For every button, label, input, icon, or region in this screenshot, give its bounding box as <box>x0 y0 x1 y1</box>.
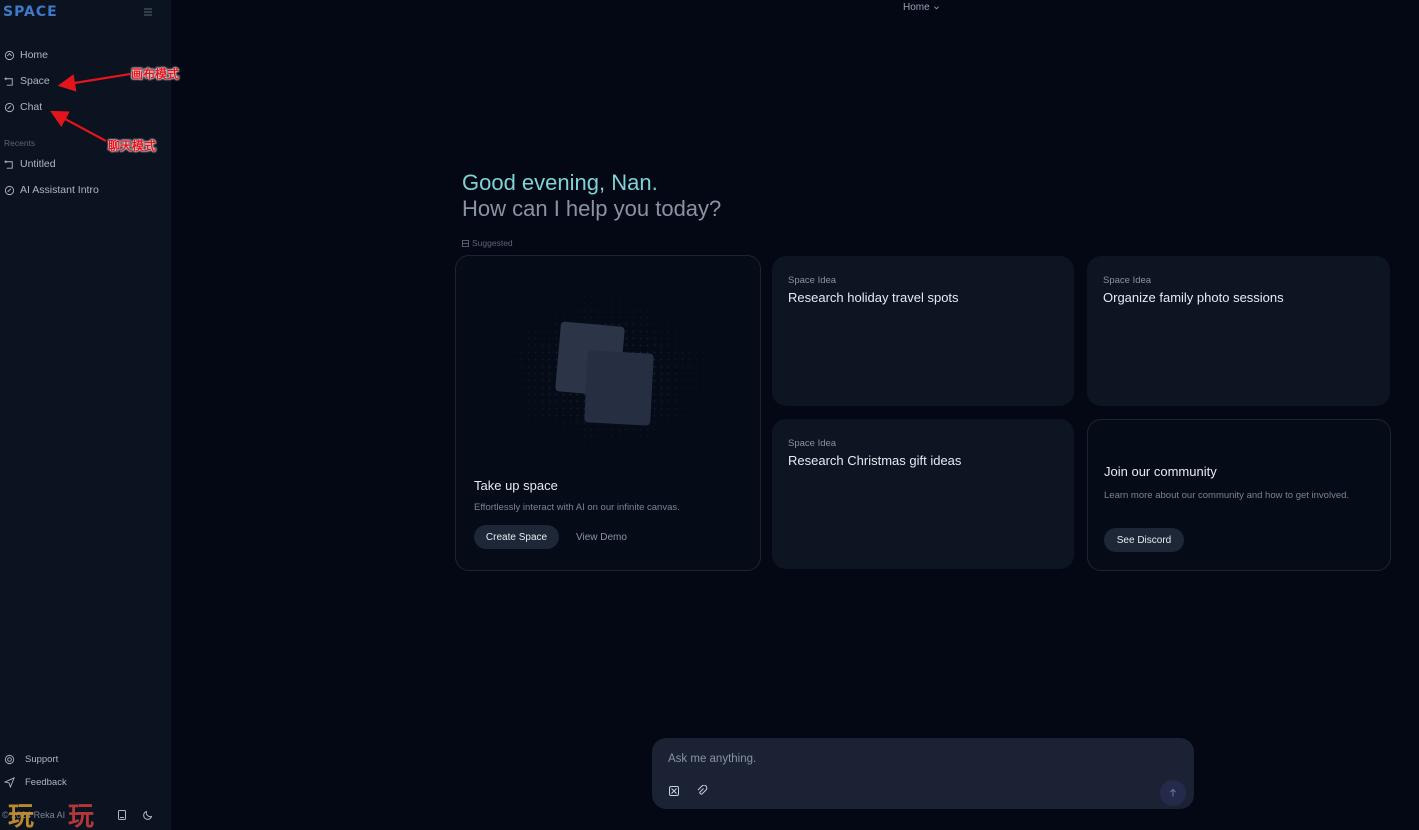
recents-heading: Recents <box>4 138 36 148</box>
recent-item-label: AI Assistant Intro <box>20 184 99 196</box>
chat-input[interactable] <box>668 750 1148 768</box>
sidebar-item-chat[interactable]: Chat <box>4 98 42 116</box>
create-space-button[interactable]: Create Space <box>474 525 559 549</box>
sidebar-collapse-icon[interactable] <box>142 6 154 18</box>
arrow-up-icon <box>1170 788 1176 797</box>
annotation-chat-mode: 聊天模式 <box>108 139 157 153</box>
community-title: Join our community <box>1104 464 1217 479</box>
watermark-glyph: 玩 <box>8 802 69 830</box>
community-description: Learn more about our community and how t… <box>1104 490 1350 501</box>
chat-icon <box>4 102 15 112</box>
see-discord-button[interactable]: See Discord <box>1104 528 1184 552</box>
watermark: 玩玩 <box>8 796 128 830</box>
sidebar: SPACE Home Space Chat Recents Untitled A… <box>0 0 171 830</box>
canvas-illustration <box>492 288 720 458</box>
community-card[interactable]: Join our community Learn more about our … <box>1087 419 1391 571</box>
canvas-icon <box>4 159 13 169</box>
feedback-link[interactable]: Feedback <box>4 774 67 790</box>
space-idea-kicker: Space Idea <box>788 275 837 286</box>
suggested-heading: Suggested <box>462 238 513 248</box>
sidebar-item-label: Chat <box>20 101 43 113</box>
space-idea-card[interactable]: Space Idea Research holiday travel spots <box>772 256 1074 406</box>
space-idea-title: Research Christmas gift ideas <box>788 453 962 468</box>
app-root: SPACE Home Space Chat Recents Untitled A… <box>0 0 1419 830</box>
send-icon <box>4 776 15 788</box>
chevron-down-icon <box>933 6 939 10</box>
image-upload-icon[interactable] <box>668 784 680 796</box>
space-idea-title: Research holiday travel spots <box>788 290 959 305</box>
recent-item-label: Untitled <box>20 158 56 170</box>
chat-composer <box>652 738 1194 809</box>
space-idea-kicker: Space Idea <box>1103 275 1152 286</box>
space-idea-title: Organize family photo sessions <box>1103 290 1284 305</box>
location-dropdown[interactable]: Home <box>903 2 940 13</box>
take-up-space-card[interactable]: Take up space Effortlessly interact with… <box>455 255 761 571</box>
sidebar-item-space[interactable]: Space <box>4 72 50 90</box>
space-idea-card[interactable]: Space Idea Organize family photo session… <box>1087 256 1390 406</box>
hero-card-description: Effortlessly interact with AI on our inf… <box>474 502 680 513</box>
home-icon <box>4 50 15 60</box>
recent-item-untitled[interactable]: Untitled <box>4 155 56 173</box>
chat-icon <box>4 185 15 195</box>
support-link[interactable]: Support <box>4 751 58 767</box>
sidebar-item-label: Space <box>20 75 50 87</box>
help-prompt: How can I help you today? <box>462 196 722 221</box>
sidebar-item-home[interactable]: Home <box>4 46 48 64</box>
view-demo-button[interactable]: View Demo <box>576 532 627 543</box>
space-logo[interactable]: SPACE <box>3 4 58 20</box>
location-label: Home <box>903 2 930 13</box>
sidebar-item-label: Home <box>20 49 49 61</box>
feedback-label: Feedback <box>25 776 67 788</box>
support-label: Support <box>25 753 59 765</box>
support-icon <box>4 754 15 764</box>
hero-card-title: Take up space <box>474 478 558 493</box>
grid-icon <box>462 239 469 247</box>
suggested-label: Suggested <box>472 238 513 248</box>
attach-icon[interactable] <box>696 784 708 796</box>
space-idea-kicker: Space Idea <box>788 438 837 449</box>
canvas-icon <box>4 76 13 86</box>
theme-toggle-icon[interactable] <box>142 808 154 820</box>
send-button[interactable] <box>1160 780 1186 806</box>
greeting-text: Good evening, Nan. <box>462 170 658 195</box>
book-icon[interactable] <box>116 808 128 820</box>
recent-item-ai-assistant-intro[interactable]: AI Assistant Intro <box>4 181 99 199</box>
annotation-canvas-mode: 画布模式 <box>131 67 180 81</box>
space-idea-card[interactable]: Space Idea Research Christmas gift ideas <box>772 419 1074 569</box>
